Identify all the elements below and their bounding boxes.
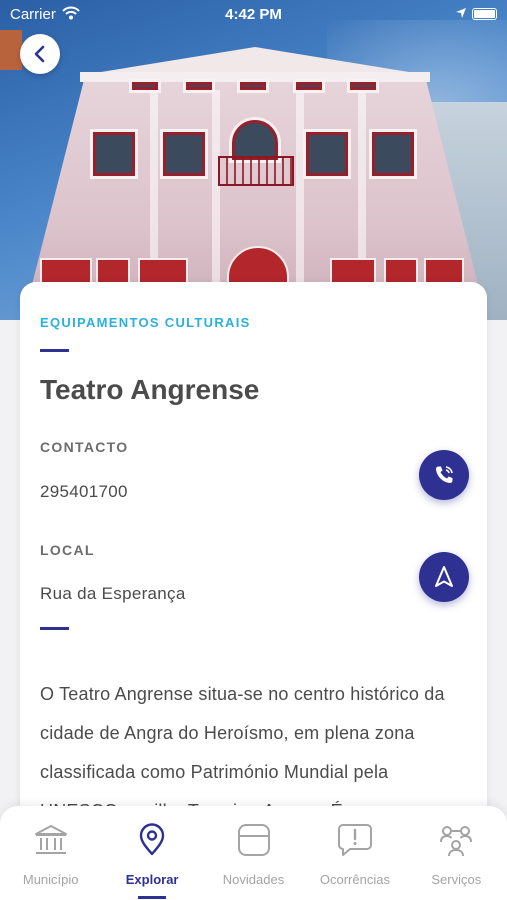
page-title: Teatro Angrense xyxy=(40,374,260,405)
alert-bubble-icon xyxy=(337,824,372,856)
call-button[interactable] xyxy=(419,450,469,500)
tab-label: Novidades xyxy=(222,872,285,887)
back-button[interactable] xyxy=(20,34,60,74)
status-bar: Carrier 4:42 PM xyxy=(0,0,507,28)
services-icon xyxy=(440,826,473,857)
directions-button[interactable] xyxy=(419,552,469,602)
tab-bar: Município Explorar Novidades Ocorrências… xyxy=(0,806,507,900)
map-pin-icon xyxy=(139,823,165,856)
tab-label: Município xyxy=(22,872,79,887)
tab-ocorrencias[interactable]: Ocorrências xyxy=(304,806,405,900)
section-divider xyxy=(40,627,69,630)
tab-servicos[interactable]: Serviços xyxy=(406,806,507,900)
location-services-icon xyxy=(455,6,467,23)
city-hall-icon xyxy=(34,825,67,854)
active-tab-indicator xyxy=(138,896,167,899)
hero-photo xyxy=(0,0,507,320)
location-value: Rua da Esperança xyxy=(40,584,186,603)
battery-icon xyxy=(472,8,497,20)
location-label: LOCAL xyxy=(40,542,95,558)
tab-explorar[interactable]: Explorar xyxy=(101,806,202,900)
chevron-left-icon xyxy=(34,45,45,63)
tab-label: Ocorrências xyxy=(319,872,390,887)
phone-icon xyxy=(435,466,453,484)
category-label: EQUIPAMENTOS CULTURAIS xyxy=(40,315,251,330)
navigation-arrow-icon xyxy=(435,566,453,587)
tab-label: Explorar xyxy=(125,872,179,887)
tab-label: Serviços xyxy=(431,872,482,887)
category-divider xyxy=(40,349,69,352)
contact-label: CONTACTO xyxy=(40,439,129,455)
news-icon xyxy=(237,824,270,856)
tab-novidades[interactable]: Novidades xyxy=(203,806,304,900)
clock: 4:42 PM xyxy=(225,6,282,23)
contact-value[interactable]: 295401700 xyxy=(40,482,128,502)
tab-municipio[interactable]: Município xyxy=(0,806,101,900)
